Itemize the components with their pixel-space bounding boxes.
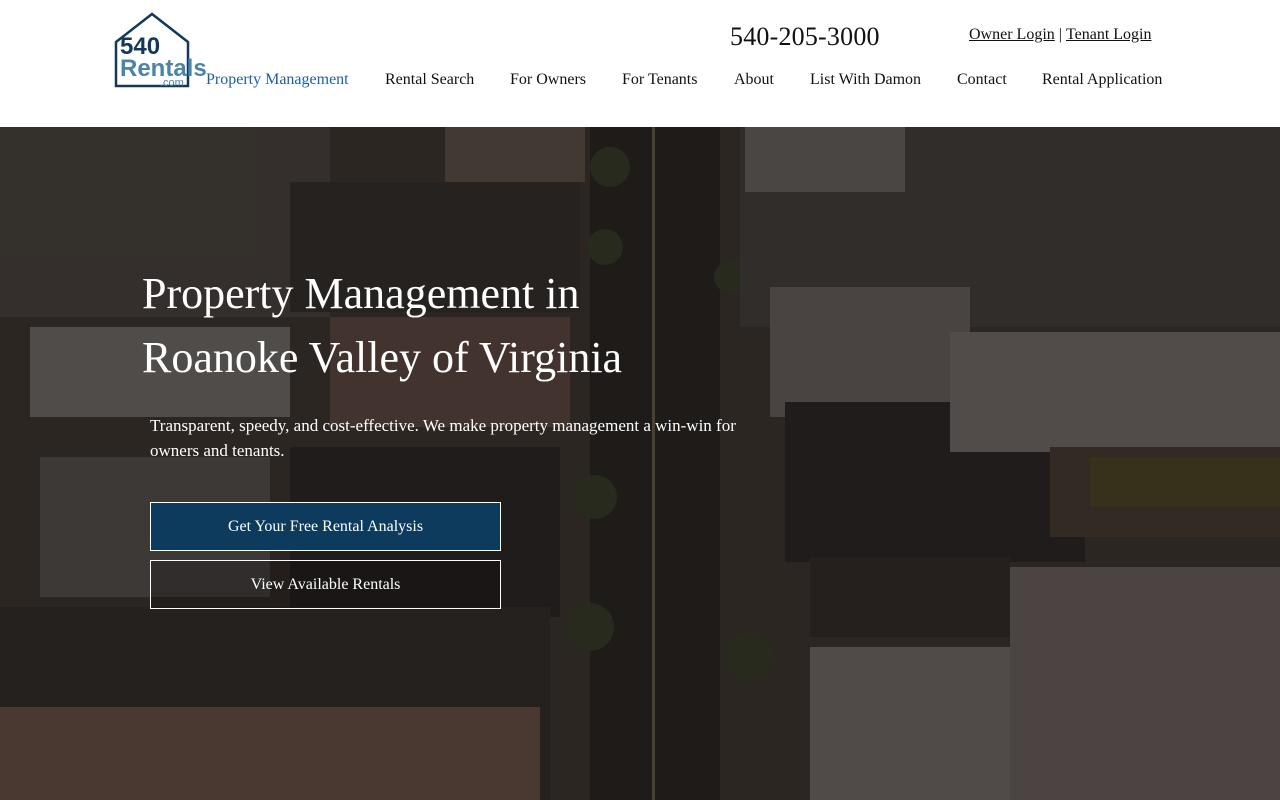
hero-section: Property Management in Roanoke Valley of…	[0, 127, 1280, 800]
login-separator: |	[1058, 26, 1062, 43]
nav-property-management[interactable]: Property Management	[206, 71, 349, 89]
hero-content: Property Management in Roanoke Valley of…	[0, 127, 1280, 800]
main-nav: Property Management Rental Search For Ow…	[0, 71, 1280, 91]
nav-for-owners[interactable]: For Owners	[510, 71, 586, 89]
nav-rental-search[interactable]: Rental Search	[385, 71, 474, 89]
nav-for-tenants[interactable]: For Tenants	[622, 71, 697, 89]
nav-list-with-damon[interactable]: List With Damon	[810, 71, 921, 89]
view-available-rentals-button[interactable]: View Available Rentals	[150, 560, 501, 609]
hero-title-line1: Property Management in	[142, 269, 580, 318]
hero-title: Property Management in Roanoke Valley of…	[142, 262, 762, 390]
nav-contact[interactable]: Contact	[957, 71, 1007, 89]
tenant-login-link[interactable]: Tenant Login	[1066, 26, 1152, 43]
phone-number[interactable]: 540-205-3000	[730, 22, 880, 52]
hero-subtitle: Transparent, speedy, and cost-effective.…	[150, 416, 736, 460]
site-header: 540 Rentals .com 540-205-3000 Owner Logi…	[0, 0, 1280, 127]
nav-about[interactable]: About	[734, 71, 774, 89]
nav-rental-application[interactable]: Rental Application	[1042, 71, 1162, 89]
hero-title-line2: Roanoke Valley of Virginia	[142, 333, 623, 382]
owner-login-link[interactable]: Owner Login	[969, 26, 1055, 43]
free-rental-analysis-button[interactable]: Get Your Free Rental Analysis	[150, 502, 501, 551]
login-links: Owner Login | Tenant Login	[969, 26, 1152, 44]
